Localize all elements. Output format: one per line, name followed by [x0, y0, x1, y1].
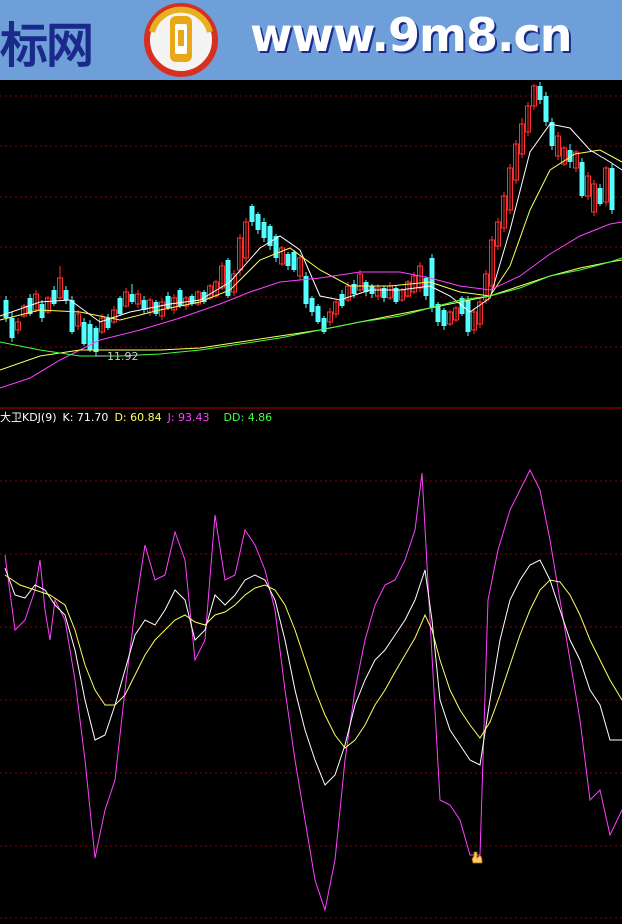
candle-body-down	[285, 254, 291, 266]
kdj-dd-value: DD: 4.86	[223, 411, 273, 424]
candle-body-down	[249, 206, 255, 222]
candle-body-down	[9, 318, 15, 338]
kdj-k-line	[4, 559, 622, 786]
candle-body-down	[537, 86, 543, 100]
candle-body-down	[63, 290, 69, 300]
candle-body-down	[3, 300, 9, 318]
candle-body-down	[309, 298, 315, 312]
ma-line-yellow	[0, 149, 622, 321]
chart-grid	[0, 95, 622, 919]
candle-body-down	[81, 322, 87, 344]
candle-body-down	[315, 306, 321, 322]
candle-body-down	[549, 122, 555, 146]
candle-body-down	[117, 298, 123, 314]
candle-body-down	[261, 222, 267, 238]
candle-body-down	[579, 162, 585, 196]
kdj-d-line	[4, 574, 622, 749]
candle-body-down	[153, 302, 159, 314]
candle-body-down	[51, 290, 57, 304]
site-banner: 标网 www.9m8.cn	[0, 0, 622, 80]
candle-body-down	[597, 188, 603, 204]
low-price-label: 11.92	[107, 350, 139, 363]
kdj-title: 大卫KDJ(9)	[0, 411, 57, 424]
banner-site-name: 标网	[0, 18, 94, 74]
candle-body-down	[165, 296, 171, 308]
kdj-indicator-lines	[4, 468, 622, 912]
kdj-d-value: D: 60.84	[114, 411, 162, 424]
candle-body-down	[303, 276, 309, 304]
moving-average-lines	[0, 123, 622, 389]
ma-line-white	[0, 123, 622, 323]
kdj-j-value: J: 93.43	[167, 411, 210, 424]
candle-body-down	[177, 290, 183, 306]
candle-body-down	[465, 300, 471, 332]
site-logo-icon	[144, 3, 218, 77]
candle-body-down	[69, 300, 75, 332]
candle-body-down	[255, 214, 261, 230]
kdj-k-value: K: 71.70	[62, 411, 109, 424]
candle-body-down	[543, 96, 549, 122]
kdj-legend: 大卫KDJ(9) K: 71.70 D: 60.84 J: 93.43 DD: 4.86	[0, 409, 278, 425]
banner-url: www.9m8.cn	[250, 8, 572, 62]
candle-body-down	[129, 294, 135, 302]
candle-body-down	[441, 310, 447, 326]
kdj-j-line	[4, 468, 622, 912]
candle-body-down	[609, 168, 615, 210]
candle-body-down	[291, 252, 297, 270]
candle-body-down	[93, 328, 99, 352]
candle-body-down	[39, 304, 45, 318]
stock-chart[interactable]	[0, 80, 622, 924]
